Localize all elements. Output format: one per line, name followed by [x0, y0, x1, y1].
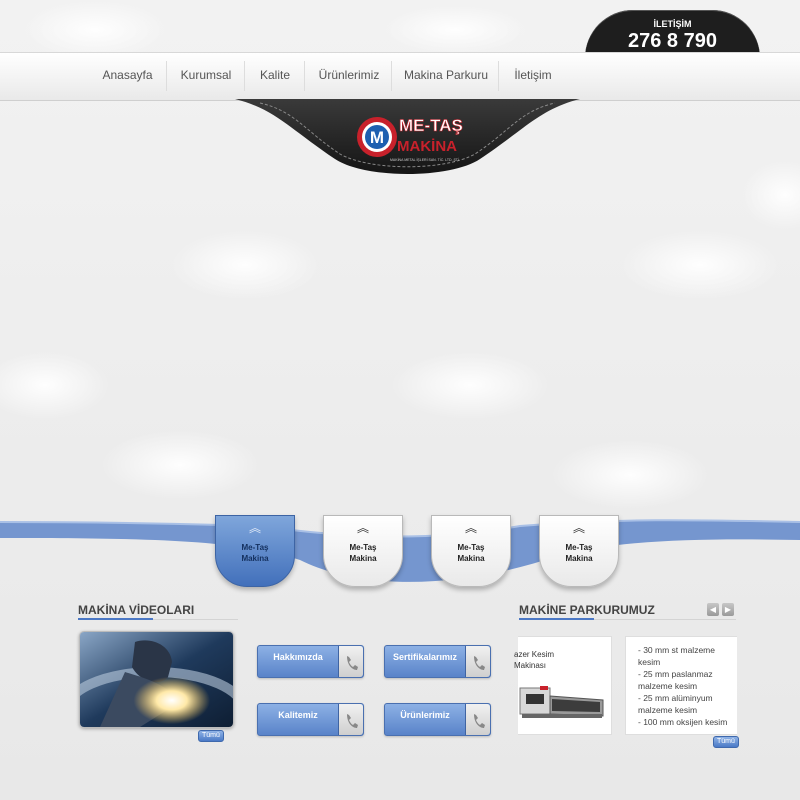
contact-phone-tab[interactable]: İLETİŞİM 276 8 790 [585, 10, 760, 58]
chevron-double-up-icon: ︽ [572, 521, 585, 535]
pin-label-line2: Makina [565, 554, 593, 563]
spec-line: - 30 mm st malzeme [638, 645, 715, 655]
machine-name-line1: azer Kesim [514, 650, 555, 659]
chevron-double-up-icon: ︽ [356, 521, 369, 535]
videos-all-button[interactable]: Tümü [198, 730, 224, 742]
arrow-right-icon[interactable]: ▶ [722, 603, 734, 616]
nav-divider [304, 61, 305, 91]
phone-icon [465, 646, 490, 677]
nav-item-kurumsal[interactable]: Kurumsal [175, 53, 237, 100]
pin-label-line1: Me-Taş [457, 543, 485, 552]
nav-divider [391, 61, 392, 91]
nav-divider [244, 61, 245, 91]
cloud-decoration [170, 230, 320, 300]
arrow-left-icon[interactable]: ◀ [707, 603, 719, 616]
link-label: Kalitemiz [278, 710, 318, 720]
chevron-double-up-icon: ︽ [464, 521, 477, 535]
nav-divider [166, 61, 167, 91]
nav-item-kalite[interactable]: Kalite [252, 53, 298, 100]
cloud-decoration [100, 430, 260, 500]
nav-item-iletisim[interactable]: İletişim [507, 53, 559, 100]
spec-line: kesim [638, 657, 661, 667]
pin-label-line1: Me-Taş [349, 543, 377, 552]
spec-line: malzeme kesim [638, 681, 698, 691]
link-sertifikalarimiz[interactable]: Sertifikalarımız [384, 645, 491, 678]
cloud-decoration [0, 350, 110, 420]
videos-section-title: MAKİNA VİDEOLARI [78, 603, 195, 617]
chevron-double-up-icon: ︽ [248, 521, 261, 535]
machine-card[interactable]: azer Kesim Makinası [514, 636, 612, 735]
cloud-decoration [620, 230, 780, 300]
nav-item-anasayfa[interactable]: Anasayfa [95, 53, 160, 100]
link-hakkimizda[interactable]: Hakkımızda [257, 645, 364, 678]
nav-item-makina-parkuru[interactable]: Makina Parkuru [400, 53, 492, 100]
slider-pin-3[interactable]: ︽ Me-Taş Makina [431, 515, 511, 587]
phone-icon [338, 704, 363, 735]
machines-title-underline [519, 618, 736, 620]
slider-pin-2[interactable]: ︽ Me-Taş Makina [323, 515, 403, 587]
logo-letter: M [370, 128, 384, 147]
company-logo[interactable]: M ME-TAŞ MAKİNA MAKİNA METAL İŞLERİ SAN.… [235, 99, 580, 184]
main-navigation: Anasayfa Kurumsal Kalite Ürünlerimiz Mak… [0, 52, 800, 101]
machine-name-line2: Makinası [514, 661, 547, 670]
laser-machine-image [519, 686, 604, 718]
machines-section-title: MAKİNE PARKURUMUZ [519, 603, 655, 617]
spec-line: - 25 mm alüminyum [638, 693, 713, 703]
machines-all-button[interactable]: Tümü [713, 736, 739, 748]
pin-label-line1: Me-Taş [565, 543, 593, 552]
link-label: Sertifikalarımız [392, 652, 458, 662]
videos-title-underline [78, 618, 238, 620]
slider-pin-1[interactable]: ︽ Me-Taş Makina [215, 515, 295, 587]
phone-icon [338, 646, 363, 677]
link-urunlerimiz[interactable]: Ürünlerimiz [384, 703, 491, 736]
logo-subtitle: MAKİNA METAL İŞLERİ SAN. TİC. LTD. ŞTİ [390, 157, 459, 162]
pin-label-line2: Makina [349, 554, 377, 563]
nav-item-urunlerimiz[interactable]: Ürünlerimiz [313, 53, 385, 100]
cloud-decoration [20, 0, 170, 60]
cloud-decoration [380, 5, 530, 55]
contact-label: İLETİŞİM [653, 19, 692, 29]
link-label: Hakkımızda [273, 652, 323, 662]
nav-divider [498, 61, 499, 91]
link-label: Ürünlerimiz [400, 710, 450, 720]
slider-pin-4[interactable]: ︽ Me-Taş Makina [539, 515, 619, 587]
spec-line: malzeme kesim [638, 705, 698, 715]
spec-line: - 100 mm oksijen kesim [638, 717, 728, 727]
link-kalitemiz[interactable]: Kalitemiz [257, 703, 364, 736]
spec-line: - 25 mm paslanmaz [638, 669, 713, 679]
pin-label-line1: Me-Taş [241, 543, 269, 552]
cloud-decoration [740, 160, 800, 230]
pin-label-line2: Makina [457, 554, 485, 563]
video-thumbnail[interactable] [79, 631, 234, 728]
contact-phone-number: 276 8 790 [628, 30, 717, 52]
pin-label-line2: Makina [241, 554, 269, 563]
phone-icon [465, 704, 490, 735]
cloud-decoration [390, 350, 550, 420]
logo-name-line1: ME-TAŞ [399, 116, 463, 135]
machine-spec-card: - 30 mm st malzeme kesim - 25 mm paslanm… [625, 636, 737, 735]
logo-name-line2: MAKİNA [397, 138, 457, 155]
